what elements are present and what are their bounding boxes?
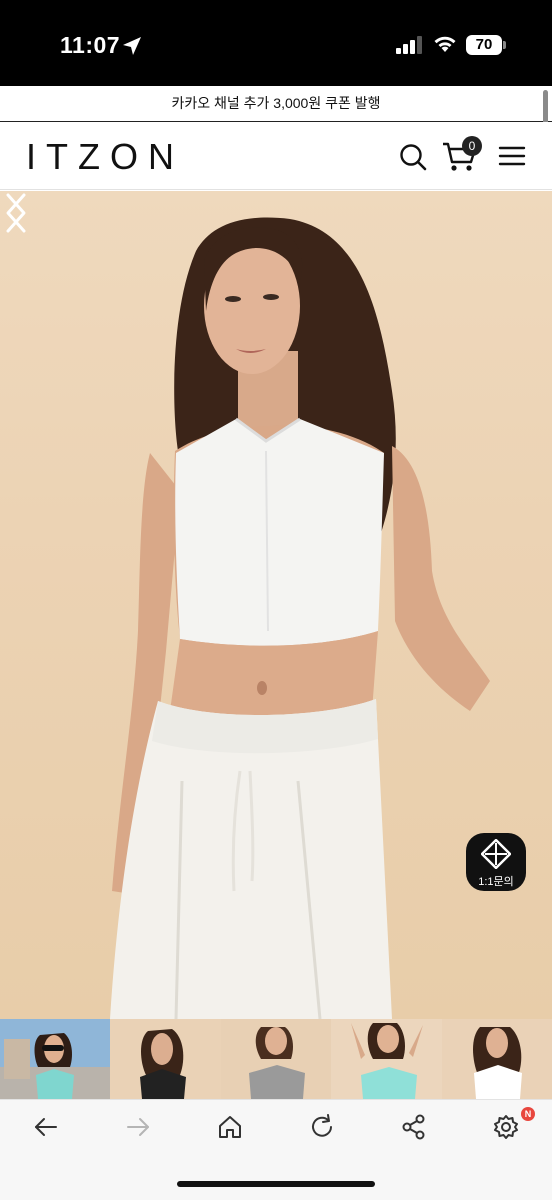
settings-icon[interactable] [492, 1114, 520, 1140]
chat-inquiry-button[interactable]: 1:1문의 [466, 833, 526, 891]
thumbnail-1[interactable] [0, 1019, 111, 1099]
reload-icon[interactable] [308, 1114, 336, 1140]
menu-icon[interactable] [498, 144, 526, 168]
location-arrow-icon [123, 37, 141, 55]
forward-icon[interactable] [124, 1114, 152, 1140]
battery-tip [503, 41, 506, 49]
thumbnail-2-image [110, 1019, 221, 1099]
promo-banner[interactable]: 카카오 채널 추가 3,000원 쿠폰 발행 [0, 86, 552, 122]
thumbnail-3[interactable] [220, 1019, 332, 1099]
home-icon[interactable] [216, 1114, 244, 1140]
chevron-right-icon[interactable] [0, 191, 32, 235]
status-bar: 11:07 70 [0, 0, 552, 86]
back-icon[interactable] [32, 1114, 60, 1140]
share-icon[interactable] [400, 1114, 428, 1140]
thumbnail-4[interactable] [331, 1019, 442, 1099]
thumbnail-3-image [220, 1019, 332, 1099]
thumbnail-4-image [331, 1019, 442, 1099]
chat-inquiry-label: 1:1문의 [478, 876, 514, 888]
home-indicator[interactable] [177, 1181, 375, 1187]
settings-notification-badge: N [521, 1107, 535, 1121]
thumbnail-5[interactable] [441, 1019, 552, 1099]
cellular-signal-icon [396, 36, 422, 54]
site-header: ITZON [0, 122, 552, 190]
cart-count-badge: 0 [462, 136, 482, 156]
diamond-compass-icon [481, 839, 511, 869]
search-icon[interactable] [398, 142, 428, 172]
wifi-icon [434, 36, 456, 52]
status-time: 11:07 [60, 32, 121, 58]
thumbnail-strip [0, 1019, 552, 1099]
thumbnail-2[interactable] [110, 1019, 221, 1099]
battery-icon: 70 [466, 35, 502, 55]
thumbnail-5-image [441, 1019, 552, 1099]
site-logo[interactable]: ITZON [26, 136, 184, 178]
thumbnail-1-image [0, 1019, 111, 1099]
model-illustration [110, 217, 490, 1019]
product-hero-image[interactable] [0, 191, 552, 1019]
